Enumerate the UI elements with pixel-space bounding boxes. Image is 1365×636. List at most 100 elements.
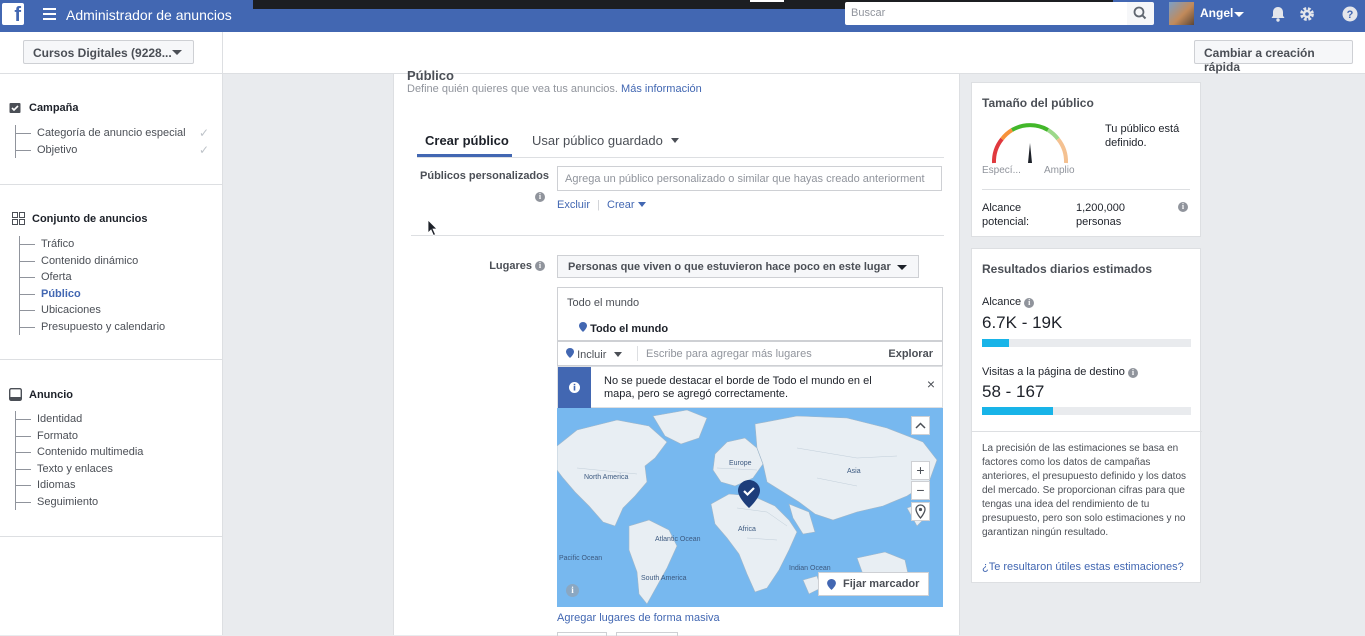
info-icon[interactable]: i [1024,298,1035,308]
user-name[interactable]: Angel [1200,6,1233,20]
tab-label: Usar público guardado [532,133,663,148]
sidebar-item-traffic[interactable]: Tráfico [20,236,165,253]
info-icon[interactable]: i [1127,368,1138,378]
bell-icon[interactable] [1269,5,1287,23]
custom-audience-actions: Excluir | Crear [557,199,646,211]
daily-results-card: Resultados diarios estimados Alcance i 6… [971,248,1202,583]
visits-progress [982,407,1191,415]
quick-create-button[interactable]: Cambiar a creación rápida [1194,40,1353,74]
gauge-left-label: Especí... [982,165,1021,176]
audience-gauge [991,123,1069,164]
selected-location[interactable]: Todo el mundo [579,322,668,335]
check-icon: ✓ [199,126,210,140]
sidebar-item-dynamic-content[interactable]: Contenido dinámico [20,253,165,270]
sidebar-item-label: Objetivo [37,143,78,156]
map-pin-icon[interactable] [738,480,760,508]
partial-button [557,632,607,636]
chevron-down-icon [172,50,182,55]
world-map[interactable]: North America Atlantic Ocean Pacific Oce… [557,408,943,607]
exclude-link[interactable]: Excluir [557,199,590,211]
sidebar-heading-label: Anuncio [29,388,73,401]
chevron-down-icon [671,138,680,143]
reach-value: 6.7K - 19K [982,313,1063,332]
sidebar-section-campaign: Campaña Categoría de anuncio especial ✓ O… [0,74,222,185]
sidebar-item-text-links[interactable]: Texto y enlaces [16,461,143,478]
add-location-row: Incluir Escribe para agregar más lugares… [557,341,943,366]
create-link[interactable]: Crear [607,199,646,211]
sidebar-item-special-category[interactable]: Categoría de anuncio especial ✓ [16,125,209,142]
collapse-map-button[interactable] [911,416,930,435]
bulk-places-link[interactable]: Agregar lugares de forma masiva [557,612,720,624]
sidebar-heading-ad[interactable]: Anuncio [9,388,73,401]
section-description: Define quién quieres que vea tus anuncio… [407,83,702,95]
info-icon[interactable]: i [535,192,545,202]
reach-label: Alcance [982,296,1022,308]
search-input[interactable]: Buscar [845,2,1127,25]
audience-status: Tu público está definido. [1105,123,1180,149]
account-selector[interactable]: Cursos Digitales (9228... [23,40,194,64]
app-title: Administrador de anuncios [66,7,232,23]
sidebar-heading-campaign[interactable]: Campaña [9,101,79,114]
reach-progress-fill [982,339,1010,347]
info-icon[interactable]: i [1178,202,1188,212]
explore-button[interactable]: Explorar [888,348,933,360]
places-dropdown[interactable]: Personas que viven o que estuvieron hace… [557,255,919,278]
description-text: Define quién quieres que vea tus anuncio… [407,83,618,95]
sidebar-item-tracking[interactable]: Seguimiento [16,494,143,511]
feedback-link[interactable]: ¿Te resultaron útiles estas estimaciones… [982,561,1184,573]
plus-icon: + [916,462,925,478]
include-dropdown[interactable]: Incluir [566,348,623,361]
sidebar-item-placements[interactable]: Ubicaciones [20,302,165,319]
zoom-in-button[interactable]: + [911,461,930,480]
info-icon [569,382,580,393]
avatar[interactable] [1169,2,1194,25]
sidebar-item-label: Categoría de anuncio especial [37,127,186,139]
sidebar-item-budget-schedule[interactable]: Presupuesto y calendario [20,319,165,336]
search-button[interactable] [1127,2,1154,25]
sidebar-item-identity[interactable]: Identidad [16,411,143,428]
sidebar-item-format[interactable]: Formato [16,428,143,445]
tab-create-audience[interactable]: Crear público [425,133,509,148]
add-places-input[interactable]: Escribe para agregar más lugares [646,348,812,360]
location-icon [915,504,926,519]
notice-bar [558,367,591,408]
potential-reach-label: Alcance potencial: [982,202,1030,228]
sidebar-item-offer[interactable]: Oferta [20,269,165,286]
campaign-icon [9,103,21,113]
audience-size-title: Tamaño del público [982,96,1094,110]
pin-marker-button[interactable]: Fijar marcador [818,572,929,596]
help-icon[interactable]: ? [1341,5,1359,23]
sidebar-heading-label: Conjunto de anuncios [32,212,148,225]
info-notice: No se puede destacar el borde de Todo el… [557,366,943,408]
sidebar-item-objective[interactable]: Objetivo ✓ [16,142,209,159]
sidebar-heading-label: Campaña [29,101,79,114]
map-label: Atlantic Ocean [655,536,701,543]
mouse-cursor-icon [427,219,438,237]
daily-results-title: Resultados diarios estimados [982,262,1153,276]
section-title: Público [407,68,454,83]
info-icon[interactable]: i [535,261,545,271]
gauge-right-label: Amplio [1044,165,1075,176]
custom-audience-input[interactable]: Agrega un público personalizado o simila… [557,166,942,191]
partial-button [616,632,678,636]
more-info-link[interactable]: Más información [621,83,702,95]
ad-icon [9,388,22,401]
info-icon[interactable]: i [566,584,579,597]
tab-saved-audience[interactable]: Usar público guardado [532,133,680,148]
chevron-up-icon [915,422,926,429]
sidebar-item-languages[interactable]: Idiomas [16,477,143,494]
sidebar-item-media[interactable]: Contenido multimedia [16,444,143,461]
gear-icon[interactable] [1298,5,1316,23]
places-dropdown-label: Personas que viven o que estuvieron hace… [568,261,891,273]
close-icon[interactable]: × [927,376,935,392]
zoom-out-button[interactable]: − [911,481,930,500]
estimates-disclaimer: La precisión de las estimaciones se basa… [982,443,1187,538]
locate-button[interactable] [911,502,930,521]
menu-icon[interactable] [43,8,56,20]
pin-marker-label: Fijar marcador [843,578,920,590]
map-label: Africa [738,526,756,533]
sidebar-heading-adset[interactable]: Conjunto de anuncios [12,212,148,225]
sidebar-item-audience[interactable]: Público [20,286,165,303]
chevron-down-icon[interactable] [1234,12,1244,17]
facebook-logo-icon[interactable]: f [2,3,24,25]
